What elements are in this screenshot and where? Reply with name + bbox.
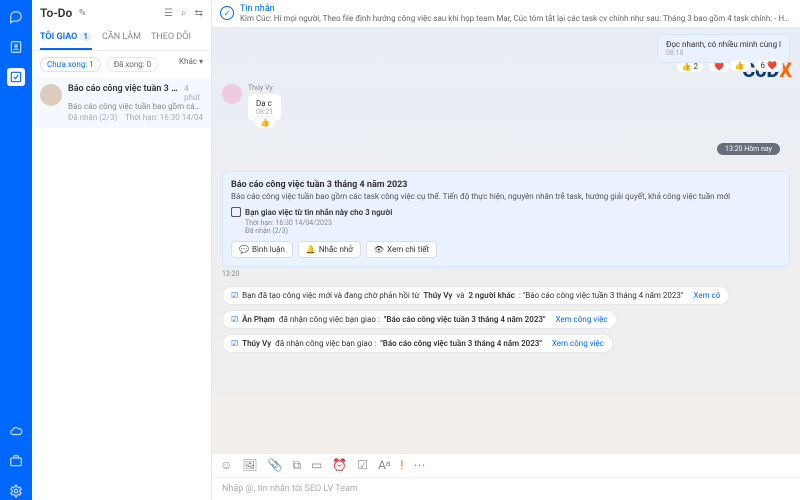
format-icon[interactable]: Aᵃ — [378, 458, 390, 473]
cloud-icon[interactable] — [7, 422, 25, 440]
message-bubble-self: Đọc nhanh, có nhiều mình cùng l 08:18 👍6… — [657, 34, 790, 63]
item-subtitle: Báo cáo công việc tuần bao gồm các task … — [68, 102, 203, 111]
task-card: Báo cáo công việc tuần 3 tháng 4 năm 202… — [222, 171, 790, 267]
filter-pending[interactable]: Chưa xong: 1 — [40, 57, 101, 72]
todo-icon[interactable] — [7, 68, 25, 86]
checkbox-icon[interactable] — [231, 207, 241, 217]
activity-item: ☑Bạn đã tạo công việc mới và đang chờ ph… — [222, 286, 729, 305]
time-divider: 13:20 Hôm nay — [717, 143, 780, 155]
main-pane: ✓ Tin nhắn Kim Cúc: Hi mọi người, Theo f… — [212, 0, 800, 500]
thread-icon: ✓ — [220, 6, 234, 20]
task-list-item[interactable]: Báo cáo công việc tuần 3 tháng…4 phút Bá… — [32, 78, 211, 128]
sidebar: To-Do ✎ ☰ ⌕ ⇆ TÔI GIAO1 CẦN LÀM THEO DÕI… — [32, 0, 212, 500]
briefcase-icon[interactable] — [7, 452, 25, 470]
view-link[interactable]: Xem công việc — [552, 339, 604, 348]
gear-icon[interactable] — [7, 482, 25, 500]
message-bubble: Thúy Vy Dạ c 08:21 👍 — [222, 84, 790, 121]
task-icon[interactable]: ☑ — [357, 458, 368, 473]
compose-input[interactable]: Nhập @, tin nhắn tới SEO LV Team — [212, 477, 800, 500]
task-desc: Báo cáo công việc tuần bao gồm các task … — [231, 192, 781, 201]
activity-item: ☑Ân Phạm đã nhận công việc bạn giao : "B… — [222, 310, 617, 329]
chat-area: 👍 2❤️ CoDX Đọc nhanh, có nhiều mình cùng… — [212, 28, 800, 453]
avatar — [40, 84, 62, 106]
left-rail — [0, 0, 32, 500]
thread-preview: Kim Cúc: Hi mọi người, Theo file định hư… — [240, 14, 792, 23]
more-icon[interactable]: ⋯ — [413, 458, 425, 473]
menu-icon[interactable]: ☰ — [164, 8, 173, 19]
filter-other[interactable]: Khác ▾ — [179, 57, 203, 72]
reminder-icon[interactable]: ⏰ — [332, 458, 347, 473]
item-title: Báo cáo công việc tuần 3 tháng… — [68, 84, 180, 102]
activity-item: ☑Thúy Vy đã nhận công việc bạn giao : "B… — [222, 334, 613, 353]
filter-icon[interactable]: ⇆ — [195, 8, 203, 19]
view-link[interactable]: Xem cô — [693, 291, 720, 300]
view-link[interactable]: Xem công việc — [556, 315, 608, 324]
compose-toolbar: ☺ 🖼 📎 ⧉ ▭ ⏰ ☑ Aᵃ ! ⋯ — [212, 453, 800, 477]
react-button[interactable]: 👍 — [254, 116, 276, 129]
priority-icon[interactable]: ! — [400, 458, 403, 473]
search-icon[interactable]: ⌕ — [181, 8, 187, 19]
contacts-icon[interactable] — [7, 38, 25, 56]
detail-button[interactable]: 👁 Xem chi tiết — [366, 241, 437, 258]
tab-todo[interactable]: CẦN LÀM — [102, 26, 141, 50]
comment-button[interactable]: 💬 Bình luận — [231, 241, 293, 258]
tabs: TÔI GIAO1 CẦN LÀM THEO DÕI — [32, 26, 211, 51]
remind-button[interactable]: 🔔 Nhắc nhở — [298, 241, 361, 258]
screenshot-icon[interactable]: ⧉ — [292, 458, 301, 473]
edit-icon[interactable]: ✎ — [78, 8, 86, 19]
task-title: Báo cáo công việc tuần 3 tháng 4 năm 202… — [231, 180, 781, 190]
app-title: To-Do — [40, 6, 72, 20]
avatar — [222, 84, 242, 104]
activity-log: ☑Bạn đã tạo công việc mới và đang chờ ph… — [222, 286, 790, 353]
attach-icon[interactable]: 📎 — [268, 458, 283, 473]
thread-label: Tin nhắn — [240, 4, 792, 14]
card-icon[interactable]: ▭ — [311, 458, 322, 473]
check-icon: ☑ — [231, 339, 238, 348]
chat-icon[interactable] — [7, 8, 25, 26]
tab-assigned[interactable]: TÔI GIAO1 — [40, 26, 92, 50]
thread-header: ✓ Tin nhắn Kim Cúc: Hi mọi người, Theo f… — [212, 0, 800, 28]
check-icon: ☑ — [231, 291, 238, 300]
sticker-icon[interactable]: ☺ — [220, 458, 232, 473]
filter-done[interactable]: Đã xong: 0 — [107, 57, 158, 72]
check-icon: ☑ — [231, 315, 238, 324]
image-icon[interactable]: 🖼 — [242, 458, 257, 473]
tab-follow[interactable]: THEO DÕI — [151, 26, 191, 50]
